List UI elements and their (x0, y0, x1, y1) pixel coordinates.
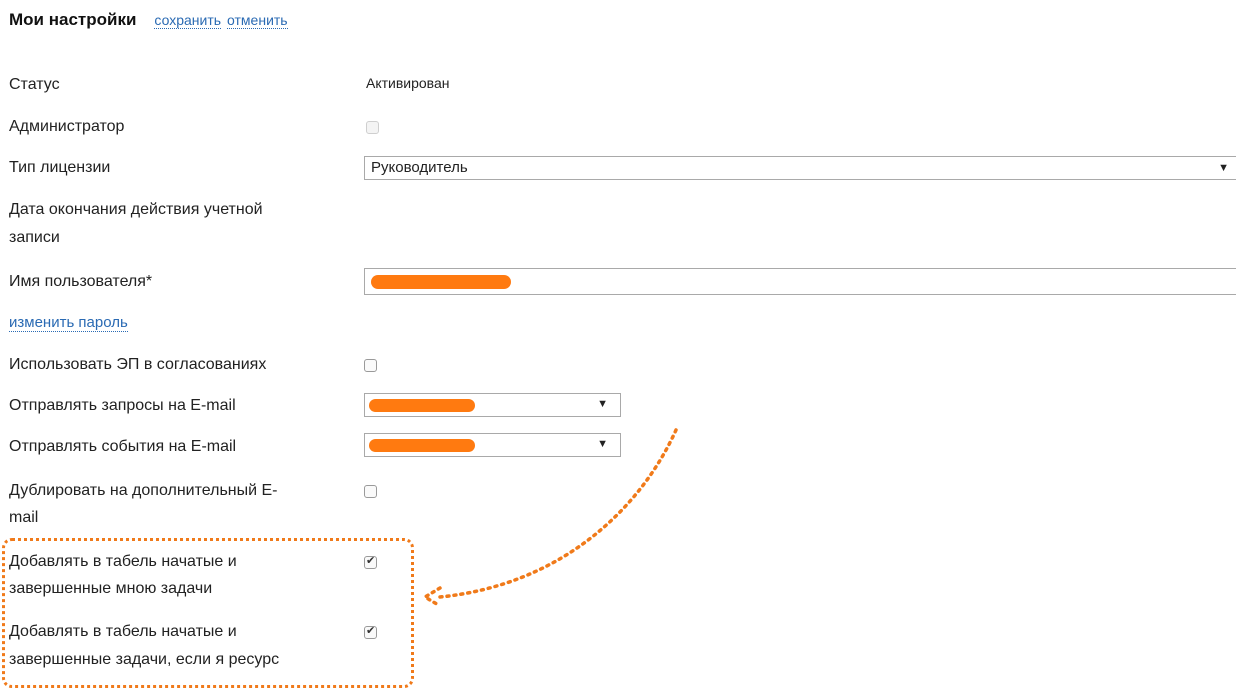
annotation-arrow-path (438, 428, 678, 599)
annotation-arrow (421, 428, 678, 608)
annotation-arrow-head (421, 586, 442, 608)
